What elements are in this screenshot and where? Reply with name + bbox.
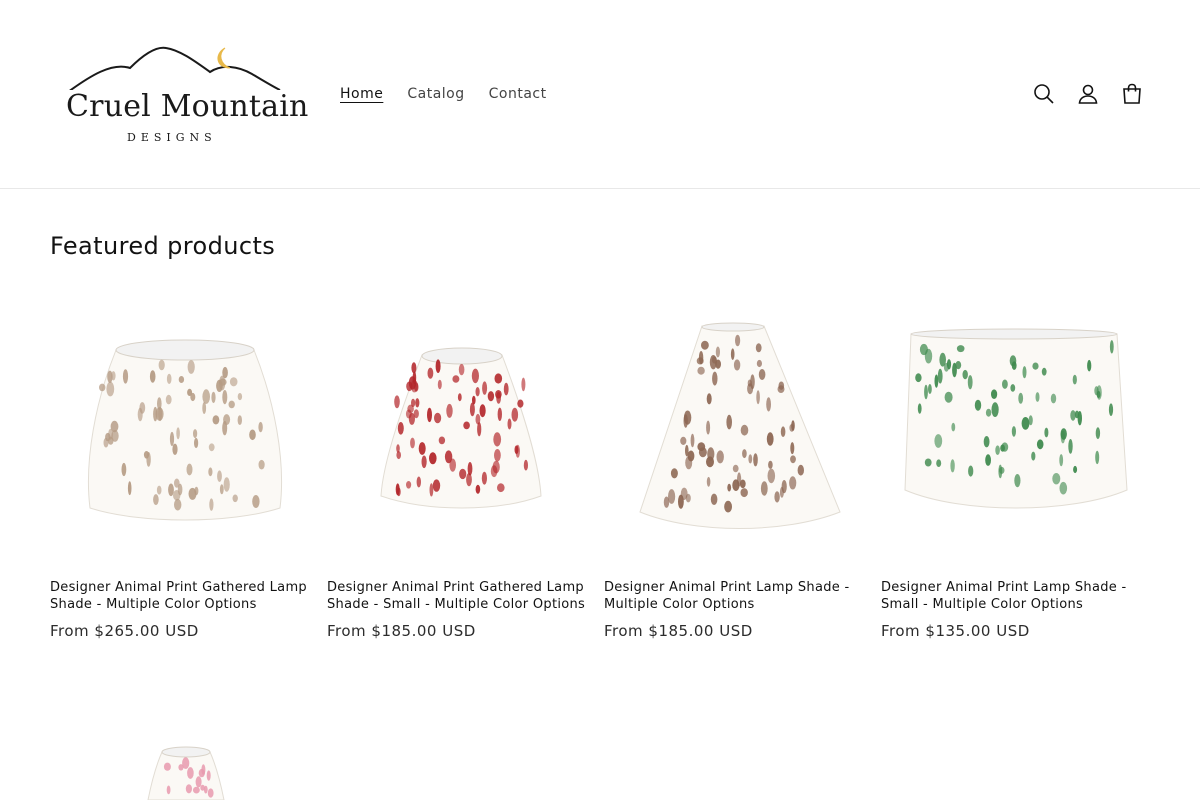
product-image[interactable]	[50, 300, 316, 566]
lampshade-image	[147, 746, 225, 800]
lampshade-image	[639, 322, 841, 529]
product-title[interactable]: Designer Animal Print Lamp Shade - Multi…	[604, 579, 870, 613]
logo-name: Cruel Mountain	[66, 89, 309, 124]
product-title[interactable]: Designer Animal Print Lamp Shade - Small…	[881, 579, 1147, 613]
product-card[interactable]: Designer Animal Print Lamp Shade - Small…	[881, 300, 1147, 640]
product-image[interactable]	[604, 300, 870, 566]
product-price: From $265.00 USD	[50, 622, 199, 640]
cart-icon[interactable]	[1120, 82, 1144, 106]
nav-home[interactable]: Home	[328, 82, 395, 106]
lampshade-image	[380, 347, 542, 509]
site-header: Cruel Mountain DESIGNS Home Catalog Cont…	[0, 0, 1200, 189]
product-card[interactable]: Designer Animal Print Lamp Shade - Multi…	[604, 300, 870, 640]
account-icon[interactable]	[1076, 82, 1100, 106]
product-card[interactable]: Designer Animal Print Gathered Lamp Shad…	[327, 300, 593, 640]
product-card-partial[interactable]	[50, 730, 316, 800]
nav-contact[interactable]: Contact	[477, 82, 559, 106]
product-price: From $135.00 USD	[881, 622, 1030, 640]
moon-icon	[217, 47, 231, 69]
logo[interactable]: Cruel Mountain DESIGNS	[60, 40, 309, 150]
product-price: From $185.00 USD	[604, 622, 753, 640]
logo-subtitle: DESIGNS	[127, 131, 217, 144]
section-title: Featured products	[50, 232, 276, 260]
search-icon[interactable]	[1032, 82, 1056, 106]
nav-catalog[interactable]: Catalog	[395, 82, 476, 106]
product-card[interactable]: Designer Animal Print Gathered Lamp Shad…	[50, 300, 316, 640]
product-price: From $185.00 USD	[327, 622, 476, 640]
product-image[interactable]	[881, 300, 1147, 566]
lampshade-image	[87, 339, 283, 521]
product-image[interactable]	[327, 300, 593, 566]
mountain-logo-icon	[69, 46, 281, 90]
product-title[interactable]: Designer Animal Print Gathered Lamp Shad…	[327, 579, 593, 613]
main-nav: Home Catalog Contact	[328, 82, 559, 106]
lampshade-image	[904, 328, 1128, 509]
product-title[interactable]: Designer Animal Print Gathered Lamp Shad…	[50, 579, 316, 613]
